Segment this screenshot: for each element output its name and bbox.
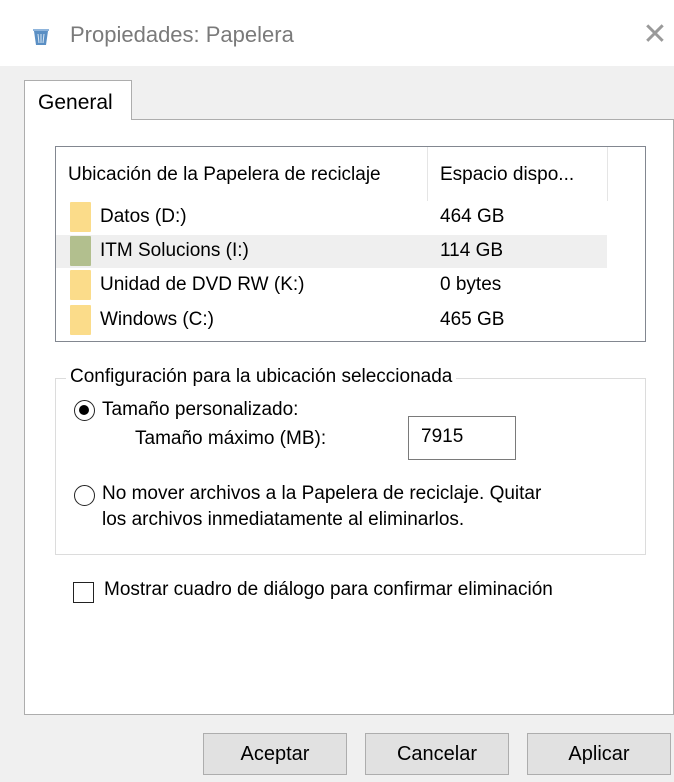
location-name: Windows (C:) (100, 309, 215, 330)
confirm-delete-label[interactable]: Mostrar cuadro de diálogo para confirmar… (104, 579, 553, 601)
max-size-label: Tamaño máximo (MB): (135, 428, 327, 449)
apply-button[interactable]: Aplicar (527, 733, 671, 775)
list-item[interactable]: Windows (C:) 465 GB (56, 304, 607, 337)
location-space: 114 GB (440, 240, 504, 261)
list-item[interactable]: ITM Solucions (I:) 114 GB (56, 235, 607, 268)
column-header-space[interactable]: Espacio dispo... (428, 147, 608, 201)
no-move-label-line2[interactable]: los archivos inmediatamente al eliminarl… (102, 507, 464, 533)
close-button[interactable]: ✕ (636, 14, 674, 54)
custom-size-radio[interactable] (74, 400, 95, 421)
custom-size-label[interactable]: Tamaño personalizado: (102, 397, 298, 423)
location-name: Unidad de DVD RW (K:) (100, 274, 305, 295)
location-list[interactable]: Ubicación de la Papelera de reciclaje Es… (55, 146, 646, 342)
title-bar: Propiedades: Papelera ✕ (0, 0, 674, 66)
location-space: 0 bytes (440, 274, 502, 295)
location-name: ITM Solucions (I:) (100, 240, 249, 261)
settings-group-label: Configuración para la ubicación seleccio… (66, 366, 457, 388)
confirm-delete-checkbox[interactable] (73, 582, 94, 603)
column-header-location[interactable]: Ubicación de la Papelera de reciclaje (56, 147, 428, 201)
no-move-label-line1[interactable]: No mover archivos a la Papelera de recic… (102, 481, 541, 507)
ok-button[interactable]: Aceptar (203, 733, 347, 775)
tab-general[interactable]: General (24, 80, 132, 120)
list-header: Ubicación de la Papelera de reciclaje Es… (56, 147, 645, 201)
window-title: Propiedades: Papelera (70, 22, 294, 47)
location-space: 465 GB (440, 309, 505, 330)
radio-selected-dot (79, 405, 89, 415)
network-drive-icon (70, 236, 91, 266)
location-name: Datos (D:) (100, 206, 187, 227)
no-move-radio[interactable] (74, 485, 95, 506)
folder-icon (70, 202, 91, 232)
location-space: 464 GB (440, 206, 505, 227)
recycle-bin-icon (33, 29, 49, 45)
folder-icon (70, 270, 91, 300)
max-size-input[interactable]: 7915 (408, 416, 516, 460)
folder-icon (70, 305, 91, 335)
close-icon: ✕ (642, 16, 668, 52)
list-item[interactable]: Unidad de DVD RW (K:) 0 bytes (56, 269, 607, 302)
cancel-button[interactable]: Cancelar (365, 733, 509, 775)
list-item[interactable]: Datos (D:) 464 GB (56, 201, 607, 234)
